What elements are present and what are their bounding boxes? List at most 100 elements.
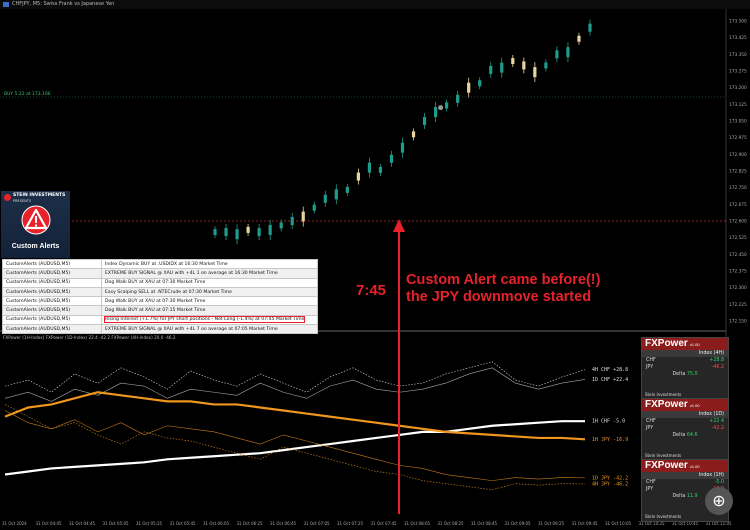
candle-body — [334, 189, 338, 200]
time-tick-label: 31 Oct 09:05 — [505, 521, 532, 526]
line-label: 4H CHF +28.8 — [592, 367, 628, 373]
indicator-line — [4, 404, 586, 491]
time-tick-label: 31 Oct 07:45 — [371, 521, 398, 526]
table-row[interactable]: CustomAlerts (AUDUSD,M5) Easy Scalping SE… — [2, 286, 318, 298]
price-tick-label: 172.300 — [729, 285, 747, 291]
candle-body — [323, 194, 327, 203]
indicator-line — [4, 420, 585, 476]
table-row[interactable]: CustomAlerts (AUDUSD,M5) Dog Walk BUY at … — [2, 305, 318, 316]
candle-body — [345, 186, 349, 193]
line-label: 1D CHF +22.4 — [592, 377, 628, 383]
price-axis: 173.500 173.425 173.350 173.275 173.200 173.1… — [729, 19, 747, 325]
entry-marker — [438, 105, 444, 111]
time-tick-label: 31 Oct 06:25 — [237, 521, 264, 526]
alert-source: CustomAlerts (AUDUSD,M5) — [2, 305, 102, 316]
candle-body — [213, 229, 217, 236]
time-tick-label: 31 Oct 06:05 — [203, 521, 230, 526]
price-tick-label: 173.500 — [729, 19, 747, 25]
fxpower-jpy-row: JPY -46.2 — [646, 365, 724, 370]
time-tick-label: 31 Oct 10:05 — [605, 521, 632, 526]
time-tick-label: 31 Oct 2024 — [2, 521, 27, 526]
candle-body — [301, 211, 305, 222]
annotation-time: 7:45 — [356, 282, 386, 299]
table-row[interactable]: CustomAlerts (AUDUSD,M5) EXTREME BUY SIGN… — [2, 324, 318, 335]
table-row[interactable]: CustomAlerts (AUDUSD,M5) Dog Walk BUY at … — [2, 277, 318, 288]
time-tick-label: 31 Oct 07:25 — [337, 521, 364, 526]
alert-source: CustomAlerts (AUDUSD,M5) — [2, 258, 102, 270]
buy-order-label: BUY 5.22 at 173.106 — [4, 91, 51, 97]
time-tick-label: 31 Oct 05:05 — [103, 521, 130, 526]
alert-source: CustomAlerts (AUDUSD,M5) — [2, 286, 102, 298]
fxpower-delta-row: Delta 75.0 — [672, 372, 698, 377]
indicator-line — [4, 367, 586, 402]
price-tick-label: 172.150 — [729, 319, 747, 325]
price-tick-label: 172.225 — [729, 302, 747, 308]
indicator-line — [4, 391, 586, 441]
logo-sub: PRESENTS — [13, 199, 32, 203]
price-tick-label: 172.525 — [729, 235, 747, 241]
price-tick-label: 172.450 — [729, 252, 747, 258]
fxpower-chf-row: CHF -5.0 — [646, 480, 724, 485]
fxpower-chf-row: CHF +28.8 — [646, 358, 724, 363]
time-tick-label: 31 Oct 08:25 — [438, 521, 465, 526]
alert-message: Easy Scalping SELL at .NTECrude at 07:30… — [101, 286, 318, 298]
candle-body — [389, 154, 394, 163]
alert-message: Index Dynamic BUY at .USDIDX at 16:30 Ma… — [101, 258, 318, 270]
fxpower-tf-header: Index (1D) — [642, 411, 728, 418]
price-tick-label: 173.125 — [729, 102, 747, 108]
window-title-bar[interactable]: CHFJPY, M5: Swiss Frank vs Japanese Yen — [0, 0, 750, 9]
fxpower-jpy-row: JPY -42.2 — [646, 426, 724, 431]
candle-body — [577, 35, 581, 42]
candle-body — [356, 172, 360, 181]
price-tick-label: 172.975 — [729, 135, 747, 141]
fxpower-panel-title: FXPower v1.00 — [642, 399, 728, 411]
line-label: 1H JPY -16.9 — [592, 437, 628, 443]
fxpower-tf-header: Index (1H) — [642, 472, 728, 479]
price-tick-label: 172.375 — [729, 269, 747, 275]
table-row[interactable]: CustomAlerts (AUDUSD,M5) Dog Walk BUY at … — [2, 296, 318, 307]
time-tick-label: 31 Oct 07:05 — [304, 521, 331, 526]
candle-body — [566, 47, 570, 58]
candle-body — [268, 224, 272, 235]
price-tick-label: 172.675 — [729, 202, 747, 208]
alert-source: CustomAlerts (AUDUSD,M5) — [2, 277, 102, 288]
alert-message: EXTREME BUY SIGNAL @ XAU with +4L 7 on a… — [101, 324, 318, 335]
fxpower-panel-title: FXPower v1.00 — [642, 460, 728, 472]
alert-message: Dog Walk BUY at XAU at 07:15 Market Time — [101, 305, 318, 316]
alert-message: Dog Walk BUY at XAU at 07:30 Market Time — [101, 277, 318, 288]
time-tick-label: 31 Oct 09:45 — [572, 521, 599, 526]
alert-log-table[interactable]: CustomAlerts (AUDUSD,M5) Index Dynamic BU… — [2, 258, 318, 335]
alert-message: Rising Interest (+1.7%) for JPY short po… — [101, 314, 318, 326]
candle-body — [500, 62, 504, 73]
candle-body — [224, 228, 228, 237]
line-label: 4H JPY -46.2 — [592, 481, 628, 487]
alert-source: CustomAlerts (AUDUSD,M5) — [2, 296, 102, 307]
zoom-in-icon[interactable]: ⊕ — [705, 487, 733, 515]
logo-brand: STEIN INVESTMENTS — [13, 193, 66, 198]
alert-arrow-head — [393, 219, 405, 232]
candle-body — [456, 94, 460, 103]
time-tick-label: 31 Oct 04:45 — [69, 521, 96, 526]
candle-body — [467, 82, 471, 93]
price-tick-label: 172.900 — [729, 152, 747, 158]
table-row[interactable]: CustomAlerts (AUDUSD,M5) Rising Interest … — [2, 314, 318, 326]
indicator-header: FXPower (1H-Index) FXPower (1D-Index) 22… — [3, 335, 176, 340]
candle-body — [489, 65, 493, 74]
fxpower-tf-header: Index (4H) — [642, 350, 728, 357]
time-tick-label: 31 Oct 06:45 — [270, 521, 297, 526]
fxpower-panel-footer: Stein Investments — [645, 453, 682, 458]
candle-body — [411, 131, 416, 138]
price-tick-label: 173.275 — [729, 69, 747, 75]
candle-body — [478, 80, 482, 87]
candle-body — [433, 107, 438, 118]
fxpower-panel[interactable]: FXPower v1.00 Index (1D) CHF +22.4 JPY -42.2 De… — [641, 398, 729, 461]
table-row[interactable]: CustomAlerts (AUDUSD,M5) EXTREME BUY SIGN… — [2, 268, 318, 279]
table-row[interactable]: CustomAlerts (AUDUSD,M5) Index Dynamic BU… — [2, 258, 318, 270]
fxpower-panel[interactable]: FXPower v1.00 Index (4H) CHF +28.8 JPY -46.2 De… — [641, 337, 729, 400]
candle-body — [246, 226, 250, 233]
candle-body — [511, 58, 515, 64]
alert-message: EXTREME BUY SIGNAL @ XAU with +4L 1 on a… — [101, 268, 318, 279]
time-tick-label: 31 Oct 04:05 — [36, 521, 63, 526]
candle-body — [555, 50, 559, 59]
chart-window-icon — [3, 2, 9, 7]
